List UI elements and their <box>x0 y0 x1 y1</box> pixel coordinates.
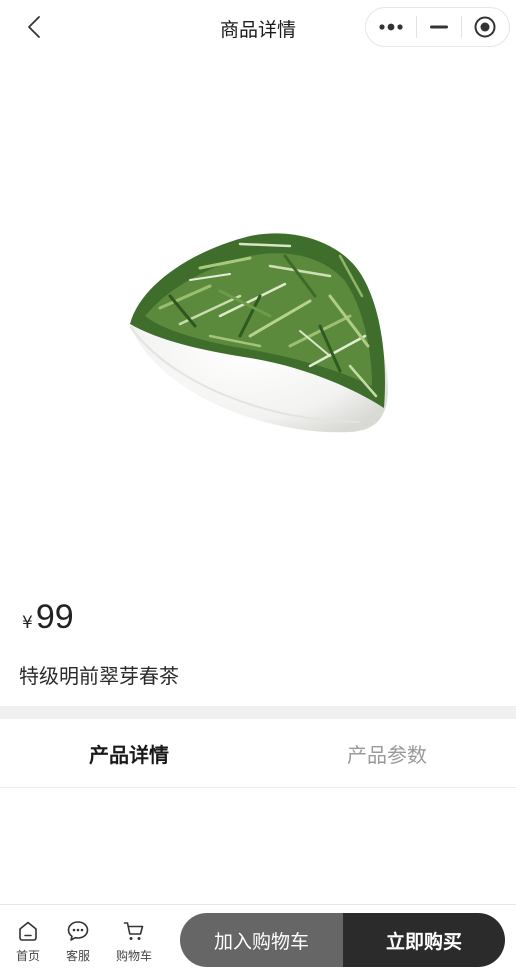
more-dots-icon <box>379 23 403 31</box>
home-button[interactable]: 首页 <box>6 919 50 964</box>
close-button[interactable] <box>462 8 508 46</box>
cart-icon <box>123 922 144 940</box>
bottom-action-bar: 首页 客服 购物车 加入购物车 立即购买 <box>0 904 516 973</box>
home-icon <box>19 921 37 941</box>
product-image <box>100 196 410 456</box>
mini-program-capsule <box>365 7 510 47</box>
target-close-icon <box>474 16 496 38</box>
section-divider <box>0 706 516 719</box>
tea-leaves-image <box>129 233 388 433</box>
currency-symbol: ¥ <box>22 613 33 633</box>
customer-service-label: 客服 <box>65 949 90 963</box>
purchase-actions: 加入购物车 立即购买 <box>180 913 505 967</box>
more-button[interactable] <box>366 8 416 46</box>
tab-product-details[interactable]: 产品详情 <box>0 719 258 787</box>
chat-icon <box>67 921 89 941</box>
minimize-button[interactable] <box>417 8 461 46</box>
home-label: 首页 <box>15 949 40 963</box>
cart-button[interactable]: 购物车 <box>112 919 156 964</box>
price-value: 99 <box>35 598 74 636</box>
product-price: ¥ 99 <box>22 598 74 637</box>
product-name: 特级明前翠芽春茶 <box>19 664 179 688</box>
customer-service-button[interactable]: 客服 <box>56 919 100 964</box>
cart-label: 购物车 <box>115 949 152 963</box>
tab-product-parameters[interactable]: 产品参数 <box>258 719 516 787</box>
navigation-bar: 商品详情 <box>0 0 516 54</box>
add-to-cart-button[interactable]: 加入购物车 <box>180 913 343 967</box>
buy-now-button[interactable]: 立即购买 <box>343 913 505 967</box>
detail-tabs: 产品详情 产品参数 <box>0 719 516 788</box>
minimize-icon <box>430 25 448 29</box>
